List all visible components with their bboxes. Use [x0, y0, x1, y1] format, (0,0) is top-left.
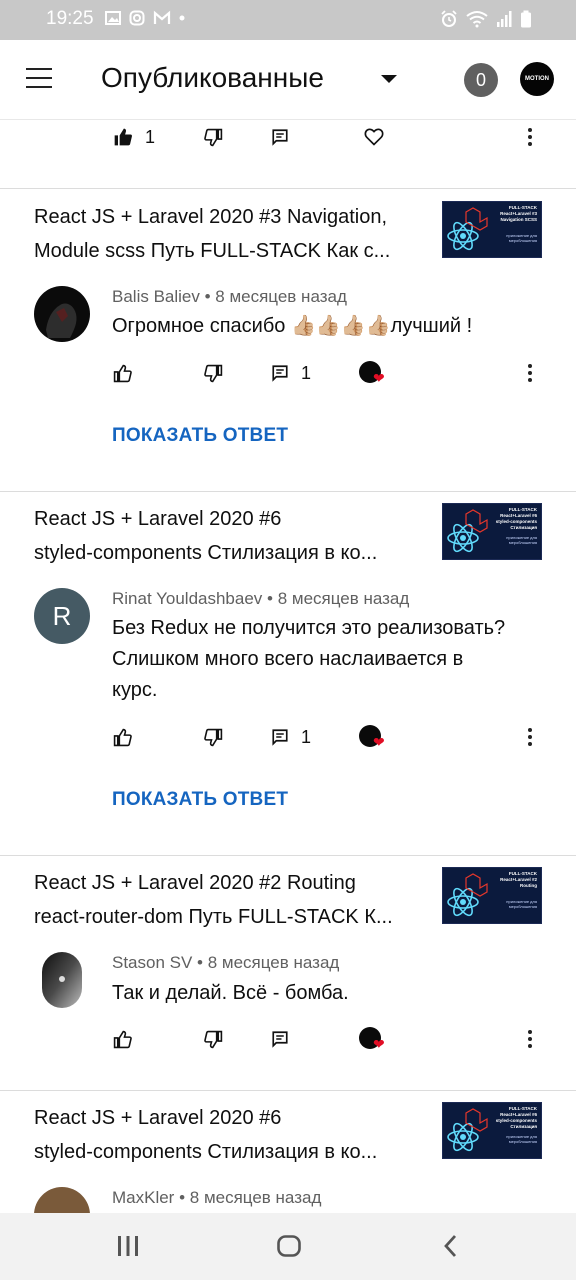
- comment-actions: 1 ❤: [0, 722, 576, 752]
- heart-button[interactable]: [364, 122, 384, 152]
- signal-icon: [497, 11, 512, 27]
- comment-text: Без Redux не получится это реализовать? …: [112, 617, 506, 701]
- thumb-up-icon: [113, 364, 132, 382]
- dislike-button[interactable]: [204, 1024, 223, 1054]
- like-count: 1: [145, 126, 156, 147]
- avatar[interactable]: [34, 286, 90, 342]
- notification-count-badge[interactable]: 0: [464, 63, 498, 97]
- wifi-icon: [466, 11, 488, 28]
- alarm-icon: [441, 10, 457, 27]
- more-options-icon[interactable]: [520, 725, 540, 749]
- comment-actions: 1 ❤: [0, 358, 576, 388]
- show-reply-button[interactable]: ПОКАЗАТЬ ОТВЕТ: [112, 789, 288, 811]
- comment-actions: 1: [0, 122, 576, 152]
- comment-author[interactable]: MaxKler: [112, 1188, 174, 1207]
- video-title[interactable]: React JS + Laravel 2020 #3 Navigation, M…: [34, 200, 418, 268]
- video-thumbnail[interactable]: FULL-STACK React+Laravel #3 Navigation S…: [442, 201, 542, 258]
- home-icon[interactable]: [276, 1233, 302, 1259]
- show-reply-button[interactable]: ПОКАЗАТЬ ОТВЕТ: [112, 425, 288, 447]
- comment-time: 8 месяцев назад: [215, 287, 347, 306]
- thumb-up-icon: [113, 728, 132, 746]
- more-options-icon[interactable]: [520, 361, 540, 385]
- comment-text: Так и делай. Всё - бомба.: [112, 982, 349, 1004]
- heart-outline-icon: [364, 128, 384, 146]
- comment-author[interactable]: Rinat Youldashbaev: [112, 589, 262, 608]
- reply-button[interactable]: [271, 1024, 289, 1054]
- reply-button[interactable]: 1: [271, 722, 311, 752]
- comment-author[interactable]: Stason SV: [112, 953, 192, 972]
- thumb-down-icon: [204, 728, 223, 746]
- avatar[interactable]: R: [34, 588, 90, 644]
- laravel-logo-icon: [465, 1108, 488, 1132]
- heart-icon: ❤: [373, 370, 385, 386]
- creator-heart-badge[interactable]: ❤: [359, 358, 393, 388]
- creator-heart-badge[interactable]: ❤: [359, 1024, 393, 1054]
- chevron-down-icon[interactable]: [381, 75, 397, 83]
- thumb-down-icon: [204, 128, 223, 146]
- thumb-down-icon: [204, 364, 223, 382]
- like-button[interactable]: 1: [113, 122, 155, 152]
- reply-icon: [272, 1031, 288, 1048]
- reply-icon: [272, 729, 288, 746]
- reply-icon: [272, 365, 288, 382]
- comment-time: 8 месяцев назад: [189, 1188, 322, 1207]
- more-options-icon[interactable]: [520, 1027, 540, 1051]
- divider: [0, 491, 576, 492]
- thumb-down-icon: [204, 1030, 223, 1048]
- page-title: Опубликованные: [101, 62, 324, 93]
- status-bar: 19:25: [0, 0, 576, 40]
- like-button[interactable]: [113, 1024, 132, 1054]
- like-button[interactable]: [113, 722, 132, 752]
- dislike-button[interactable]: [204, 722, 223, 752]
- app-bar: Опубликованные 0 MOTION: [0, 40, 576, 120]
- reply-count: 1: [301, 362, 312, 383]
- divider: [0, 1090, 576, 1091]
- back-icon[interactable]: [440, 1233, 462, 1259]
- comment-meta: Stason SV • 8 месяцев назад: [112, 953, 340, 972]
- comment-meta: Balis Baliev • 8 месяцев назад: [112, 287, 347, 306]
- heart-icon: ❤: [373, 734, 385, 750]
- video-thumbnail[interactable]: FULL-STACK React+Laravel #6 styled-compo…: [442, 1102, 542, 1159]
- status-time: 19:25: [46, 8, 94, 29]
- video-title[interactable]: React JS + Laravel 2020 #2 Routing react…: [34, 866, 418, 934]
- gallery-icon: [105, 11, 121, 25]
- reply-button[interactable]: 1: [271, 358, 311, 388]
- comment-text: Огромное спасибо 👍🏼👍🏼👍🏼👍🏼лучший !: [112, 315, 473, 337]
- account-avatar[interactable]: MOTION: [520, 62, 554, 96]
- gmail-icon: [153, 10, 171, 24]
- comment-time: 8 месяцев назад: [207, 953, 340, 972]
- laravel-logo-icon: [465, 509, 488, 533]
- dislike-button[interactable]: [204, 358, 223, 388]
- comment-actions: ❤: [0, 1024, 576, 1054]
- heart-icon: ❤: [373, 1036, 385, 1052]
- divider: [0, 188, 576, 189]
- dot-icon: [179, 15, 185, 21]
- system-nav-bar: [0, 1213, 576, 1280]
- menu-icon[interactable]: [26, 68, 52, 88]
- comment-time: 8 месяцев назад: [277, 589, 410, 608]
- laravel-logo-icon: [465, 207, 488, 231]
- battery-icon: [521, 10, 531, 28]
- video-thumbnail[interactable]: FULL-STACK React+Laravel #2 Routing прил…: [442, 867, 542, 924]
- dislike-button[interactable]: [204, 122, 223, 152]
- laravel-logo-icon: [465, 873, 488, 897]
- video-title[interactable]: React JS + Laravel 2020 #6 styled-compon…: [34, 502, 418, 570]
- thumb-up-icon: [113, 1030, 132, 1048]
- instagram-icon: [129, 10, 145, 26]
- like-button[interactable]: [113, 358, 132, 388]
- creator-heart-badge[interactable]: ❤: [359, 722, 393, 752]
- comment-author[interactable]: Balis Baliev: [112, 287, 200, 306]
- recent-apps-icon[interactable]: [116, 1233, 140, 1259]
- comment-meta: MaxKler • 8 месяцев назад: [112, 1188, 322, 1207]
- thumb-up-filled-icon: [114, 128, 132, 146]
- video-thumbnail[interactable]: FULL-STACK React+Laravel #6 styled-compo…: [442, 503, 542, 560]
- reply-icon: [272, 129, 288, 146]
- video-title[interactable]: React JS + Laravel 2020 #6 styled-compon…: [34, 1101, 418, 1169]
- comment-meta: Rinat Youldashbaev • 8 месяцев назад: [112, 589, 410, 608]
- reply-count: 1: [301, 726, 312, 747]
- divider: [0, 855, 576, 856]
- reply-button[interactable]: [271, 122, 289, 152]
- avatar[interactable]: [42, 952, 82, 1008]
- more-options-icon[interactable]: [520, 125, 540, 149]
